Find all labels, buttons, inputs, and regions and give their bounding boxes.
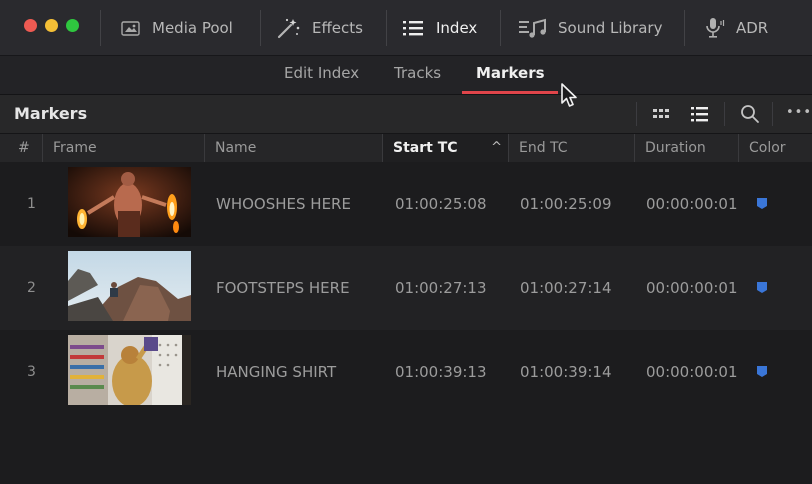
toolbar-media-pool-button[interactable]: Media Pool [120,0,233,56]
panel-title: Markers [14,104,88,123]
list-view-button[interactable] [690,105,710,127]
column-header-frame[interactable]: Frame [42,134,204,162]
sort-ascending-icon: ^ [491,140,502,155]
markers-panel-header: Markers ••• [0,95,812,134]
table-row[interactable]: 1 WHOOSHES HERE 01:00:25:08 01:00:25:09 … [0,162,812,246]
toolbar-divider [260,10,261,46]
toolbar-index-button[interactable]: Index [402,0,477,56]
toolbar-item-label: Sound Library [558,19,663,37]
marker-end-tc: 01:00:39:14 [520,363,612,381]
column-header-name[interactable]: Name [204,134,382,162]
marker-duration: 00:00:00:01 [646,363,738,381]
column-header-label: Start TC [393,140,458,156]
thumbnail-view-button[interactable] [652,106,670,126]
toolbar-divider [100,10,101,46]
toolbar-divider [684,10,685,46]
window-controls [24,19,79,32]
marker-name: WHOOSHES HERE [216,195,351,213]
marker-end-tc: 01:00:27:14 [520,279,612,297]
index-list-icon [402,19,426,37]
header-divider [636,102,637,126]
column-header-color[interactable]: Color [738,134,808,162]
list-view-icon [691,107,708,122]
column-header-start-tc[interactable]: Start TC ^ [382,134,508,162]
media-pool-icon [120,19,142,37]
close-window-button[interactable] [24,19,37,32]
minimize-window-button[interactable] [45,19,58,32]
toolbar-item-label: ADR [736,19,769,37]
header-divider [772,102,773,126]
marker-name: FOOTSTEPS HERE [216,279,350,297]
toolbar-item-label: Index [436,19,478,37]
active-tab-indicator [462,91,558,94]
frame-thumbnail [68,251,191,321]
marker-start-tc: 01:00:39:13 [395,363,487,381]
more-options-button[interactable]: ••• [786,95,812,131]
toolbar-divider [386,10,387,46]
markers-table-header: # Frame Name Start TC ^ End TC Duration … [0,134,812,163]
toolbar-item-label: Media Pool [152,19,233,37]
index-subtabs: Edit Index Tracks Markers [0,56,812,95]
marker-start-tc: 01:00:27:13 [395,279,487,297]
sound-library-icon [518,18,548,38]
tab-markers[interactable]: Markers [476,56,545,94]
row-number: 2 [27,280,36,296]
effects-wand-icon [276,17,302,39]
zoom-window-button[interactable] [66,19,79,32]
marker-name: HANGING SHIRT [216,363,337,381]
tab-edit-index[interactable]: Edit Index [284,56,359,94]
toolbar-effects-button[interactable]: Effects [276,0,363,56]
column-header-number[interactable]: # [4,134,42,162]
search-icon [741,105,759,123]
marker-duration: 00:00:00:01 [646,279,738,297]
grid-view-icon [653,109,669,118]
search-button[interactable] [740,104,760,128]
marker-color-chip[interactable] [756,365,768,378]
marker-color-chip[interactable] [756,281,768,294]
header-divider [724,102,725,126]
top-toolbar: Media Pool Effects Index Sound Library A… [0,0,812,56]
toolbar-divider [500,10,501,46]
marker-duration: 00:00:00:01 [646,195,738,213]
toolbar-adr-button[interactable]: ADR [704,0,768,56]
marker-end-tc: 01:00:25:09 [520,195,612,213]
table-row[interactable]: 2 FOOTSTEPS HERE 01:00:27:13 01:00:27:14… [0,246,812,330]
mouse-cursor-icon [561,83,577,107]
row-number: 1 [27,196,36,212]
marker-color-chip[interactable] [756,197,768,210]
marker-start-tc: 01:00:25:08 [395,195,487,213]
row-number: 3 [27,364,36,380]
microphone-icon [704,17,726,39]
frame-thumbnail [68,335,191,405]
tab-tracks[interactable]: Tracks [394,56,441,94]
toolbar-item-label: Effects [312,19,363,37]
table-row[interactable]: 3 HANGING SHIRT 01:00:39:13 01:00:39:14 … [0,330,812,414]
column-header-end-tc[interactable]: End TC [508,134,634,162]
frame-thumbnail [68,167,191,237]
column-header-duration[interactable]: Duration [634,134,738,162]
toolbar-sound-library-button[interactable]: Sound Library [518,0,662,56]
table-empty-area [0,414,812,484]
